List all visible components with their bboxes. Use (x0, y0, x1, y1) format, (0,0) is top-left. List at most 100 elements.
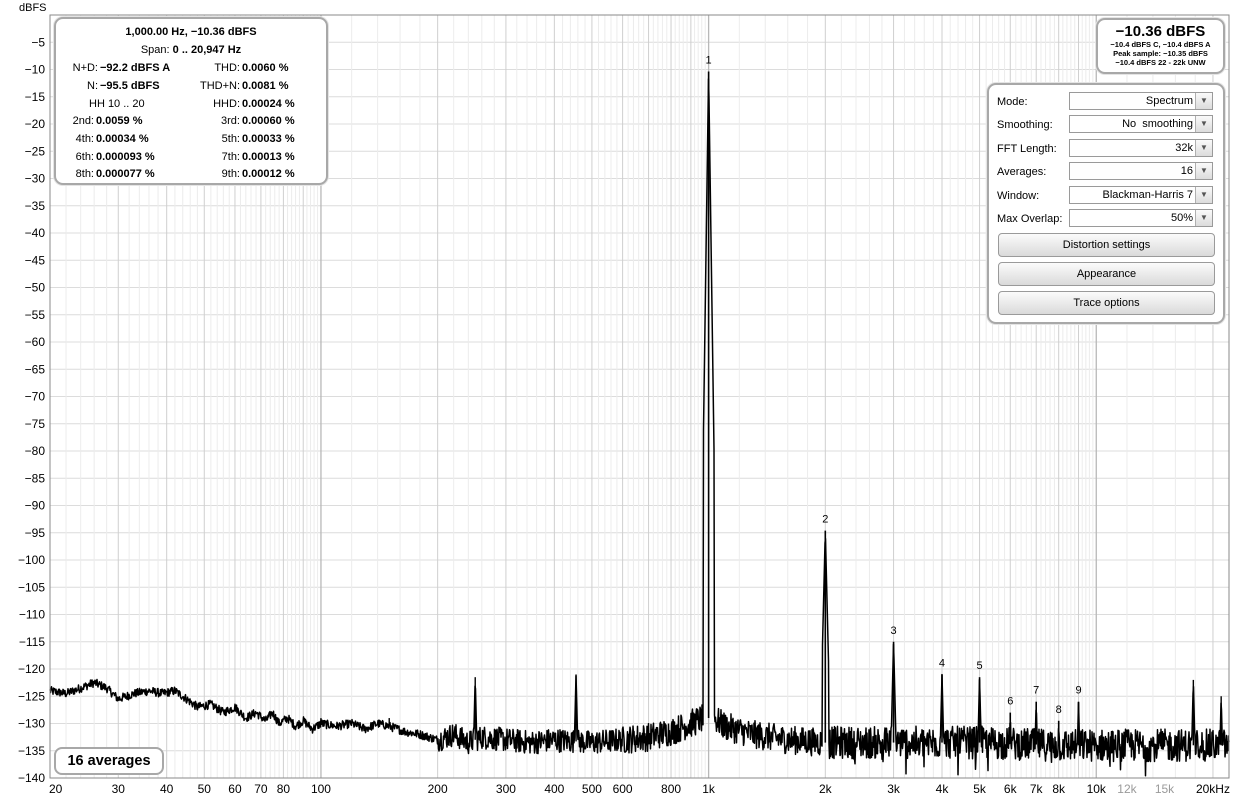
x-tick-labels: 20 30 40 50 60 70 80 100 200 300 400 500 600 800 1k 2k 3… (49, 782, 1230, 796)
harmonic-label: 3 (891, 625, 897, 637)
span-label: Span: (140, 44, 170, 56)
level-panel: −10.36 dBFS −10.4 dBFS C, −10.4 dBFS A P… (1096, 18, 1225, 74)
x-tick-label: 100 (311, 782, 331, 796)
x-tick-label: 500 (582, 782, 602, 796)
y-tick-label: −140 (18, 771, 45, 785)
mode-select[interactable]: Spectrum ▼ (1069, 92, 1213, 110)
y-tick-label: −110 (19, 608, 45, 622)
thd-value: 0.0060 % (242, 62, 289, 74)
x-tick-label: 2k (819, 782, 833, 796)
x-tick-label: 4k (936, 782, 950, 796)
h3-value: 0.00060 % (242, 115, 295, 127)
nd-value: −92.2 dBFS A (100, 62, 171, 74)
x-tick-label: 8k (1052, 782, 1066, 796)
averages-label: Averages: (997, 166, 1047, 178)
span-value: 0 .. 20,947 Hz (172, 44, 242, 56)
averages-badge: 16 averages (54, 747, 164, 775)
harmonic-label: 6 (1007, 696, 1013, 708)
chevron-down-icon: ▼ (1195, 163, 1212, 179)
x-tick-label: 70 (254, 782, 268, 796)
y-tick-label: −55 (25, 308, 46, 322)
y-tick-label: −95 (25, 526, 46, 540)
level-unweighted: −10.4 dBFS 22 - 22k UNW (1115, 58, 1206, 67)
y-tick-label: −35 (25, 199, 46, 213)
chevron-down-icon: ▼ (1195, 93, 1212, 109)
smoothing-select[interactable]: No smoothing ▼ (1069, 115, 1213, 133)
nd-label: N+D: (72, 62, 98, 74)
y-tick-label: −70 (25, 390, 46, 404)
fundamental-readout: 1,000.00 Hz, −10.36 dBFS (125, 26, 257, 38)
x-tick-label: 80 (277, 782, 291, 796)
x-tick-label: 12k (1117, 782, 1137, 796)
harmonic-label: 5 (977, 660, 983, 672)
y-tick-label: −20 (25, 117, 46, 131)
h7-label: 7th: (221, 151, 240, 163)
y-tick-label: −130 (18, 717, 45, 731)
harmonic-label: 1 (706, 54, 712, 66)
y-tick-label: −90 (25, 499, 46, 513)
h4-value: 0.00034 % (96, 133, 149, 145)
averages-select[interactable]: 16 ▼ (1069, 162, 1213, 180)
thdn-value: 0.0081 % (242, 80, 289, 92)
h8-value: 0.000077 % (96, 168, 155, 180)
fft-length-select[interactable]: 32k ▼ (1069, 139, 1213, 157)
chevron-down-icon: ▼ (1195, 187, 1212, 203)
x-tick-label: 10k (1087, 782, 1107, 796)
x-tick-label: 3k (887, 782, 901, 796)
chevron-down-icon: ▼ (1195, 210, 1212, 226)
n-label: N: (87, 80, 98, 92)
x-tick-label: 600 (613, 782, 633, 796)
level-peak-sample: Peak sample: −10.35 dBFS (1113, 49, 1208, 58)
distortion-settings-button[interactable]: Distortion settings (998, 233, 1215, 257)
harmonic-label: 2 (822, 514, 828, 526)
fft-value: 32k (1175, 142, 1193, 154)
h2-label: 2nd: (72, 115, 94, 127)
window-row: Window: Blackman-Harris 7 ▼ (997, 186, 1215, 206)
overlap-row: Max Overlap: 50% ▼ (997, 209, 1215, 229)
y-tick-label: −10 (25, 63, 46, 77)
trace-options-button[interactable]: Trace options (998, 291, 1215, 315)
averages-row: Averages: 16 ▼ (997, 162, 1215, 182)
thdn-label: THD+N: (199, 80, 240, 92)
h8-label: 8th: (75, 168, 94, 180)
h9-label: 9th: (221, 168, 240, 180)
window-select[interactable]: Blackman-Harris 7 ▼ (1069, 186, 1213, 204)
fft-label: FFT Length: (997, 143, 1057, 155)
h3-label: 3rd: (221, 115, 240, 127)
x-tick-label: 50 (198, 782, 212, 796)
y-tick-label: −120 (18, 662, 45, 676)
x-tick-label: 30 (112, 782, 126, 796)
y-tick-label: −75 (25, 417, 46, 431)
controls-panel: Mode: Spectrum ▼ Smoothing: No smoothing… (987, 83, 1225, 324)
x-tick-label: 20 (49, 782, 63, 796)
y-tick-labels: −5 −10 −15 −20 −25 −30 −35 −40 −45 −50 −55 −60 −65 −7… (18, 35, 45, 785)
x-tick-label: 5k (973, 782, 987, 796)
x-tick-label: 800 (661, 782, 681, 796)
x-tick-label: 40 (160, 782, 174, 796)
window-label: Window: (997, 190, 1040, 202)
level-weighted: −10.4 dBFS C, −10.4 dBFS A (1110, 40, 1211, 49)
y-tick-label: −65 (25, 362, 46, 376)
x-tick-label: 200 (428, 782, 448, 796)
h7-value: 0.00013 % (242, 151, 295, 163)
smoothing-row: Smoothing: No smoothing ▼ (997, 115, 1215, 135)
x-tick-label: 400 (544, 782, 564, 796)
level-main: −10.36 dBFS (1115, 23, 1206, 40)
y-tick-label: −80 (25, 444, 46, 458)
harmonic-label: 8 (1056, 704, 1062, 716)
y-tick-label: −5 (31, 35, 45, 49)
hh-range-label: HH 10 .. 20 (89, 98, 145, 110)
thd-label: THD: (214, 62, 240, 74)
smoothing-label: Smoothing: (997, 119, 1053, 131)
h9-value: 0.00012 % (242, 168, 295, 180)
appearance-button[interactable]: Appearance (998, 262, 1215, 286)
y-tick-label: −15 (25, 90, 46, 104)
hhd-label: HHD: (213, 98, 240, 110)
y-tick-label: −125 (18, 689, 45, 703)
x-tick-label: 20kHz (1196, 782, 1230, 796)
mode-label: Mode: (997, 96, 1028, 108)
fft-row: FFT Length: 32k ▼ (997, 139, 1215, 159)
h4-label: 4th: (75, 133, 94, 145)
overlap-select[interactable]: 50% ▼ (1069, 209, 1213, 227)
mode-row: Mode: Spectrum ▼ (997, 92, 1215, 112)
